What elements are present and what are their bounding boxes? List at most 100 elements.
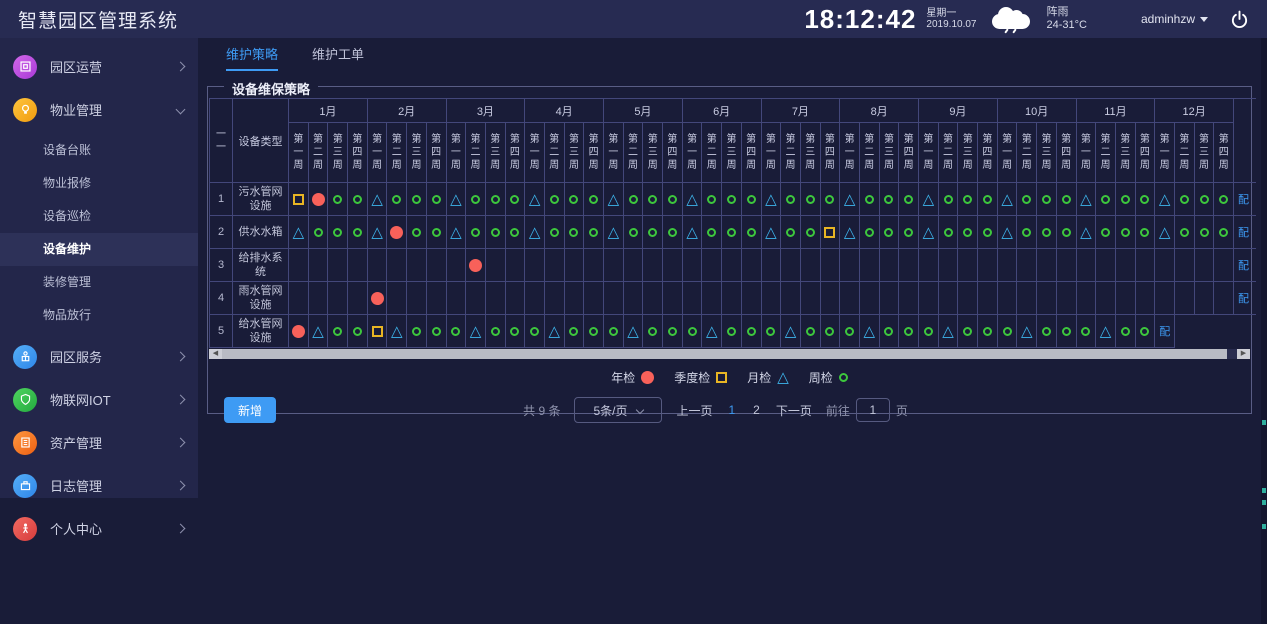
schedule-cell <box>348 216 368 249</box>
schedule-cell <box>308 282 328 315</box>
sidebar-item-park-service[interactable]: 园区服务 <box>0 338 198 375</box>
month-header: 2月 <box>367 99 446 123</box>
schedule-cell <box>544 282 564 315</box>
sidebar-item-log-management[interactable]: 日志管理 <box>0 467 198 504</box>
schedule-cell <box>800 282 820 315</box>
config-cell: 配 <box>1234 249 1256 282</box>
schedule-cell: △ <box>544 315 564 348</box>
schedule-cell: △ <box>997 183 1017 216</box>
page-number-1[interactable]: 1 <box>726 403 737 417</box>
configure-link[interactable]: 配 <box>1159 326 1170 338</box>
schedule-cell <box>820 216 840 249</box>
schedule-cell <box>564 315 584 348</box>
scrollbar-thumb[interactable] <box>222 349 1227 359</box>
sidebar-item-device-ledger[interactable]: 设备台账 <box>0 134 198 167</box>
annual-check-icon <box>312 193 325 206</box>
schedule-cell: △ <box>997 216 1017 249</box>
sidebar-item-device-maintenance[interactable]: 设备维护 <box>0 233 198 266</box>
sidebar-item-item-release[interactable]: 物品放行 <box>0 299 198 332</box>
schedule-cell <box>525 315 545 348</box>
schedule-cell <box>781 282 801 315</box>
tab-maintenance-strategy[interactable]: 维护策略 <box>226 44 278 71</box>
table-row: 1污水管网设施△△△△△△△△△△△配 <box>210 183 1257 216</box>
sidebar-item-iot[interactable]: 物联网IOT <box>0 381 198 418</box>
schedule-cell <box>741 216 761 249</box>
page-number-2[interactable]: 2 <box>751 403 762 417</box>
weekly-check-icon <box>392 195 401 204</box>
page-scrollbar[interactable] <box>1261 38 1267 624</box>
schedule-cell <box>485 216 505 249</box>
page-size-select[interactable]: 5条/页 <box>574 397 662 423</box>
schedule-cell <box>741 282 761 315</box>
weekly-check-icon <box>825 195 834 204</box>
goto-page-input[interactable] <box>856 398 890 422</box>
horizontal-scrollbar[interactable]: ◀ ▶ <box>209 349 1250 359</box>
schedule-cell <box>820 315 840 348</box>
schedule-cell <box>938 216 958 249</box>
monthly-check-icon: △ <box>785 325 797 338</box>
monthly-check-icon: △ <box>529 226 541 239</box>
schedule-cell <box>544 249 564 282</box>
schedule-cell: △ <box>919 183 939 216</box>
schedule-cell <box>1214 216 1234 249</box>
weekly-check-icon <box>412 327 421 336</box>
schedule-cell <box>682 282 702 315</box>
sidebar-item-decoration-management[interactable]: 装修管理 <box>0 266 198 299</box>
user-menu[interactable]: adminhzw <box>1141 12 1208 26</box>
weekly-check-icon <box>963 228 972 237</box>
schedule-cell <box>840 249 860 282</box>
schedule-cell <box>1096 282 1116 315</box>
quarterly-check-icon <box>824 227 835 238</box>
schedule-cell <box>1076 282 1096 315</box>
schedule-cell <box>564 183 584 216</box>
schedule-cell <box>466 249 486 282</box>
schedule-cell <box>899 216 919 249</box>
configure-link[interactable]: 配 <box>1238 293 1249 305</box>
logout-power-button[interactable] <box>1230 10 1249 29</box>
schedule-cell <box>997 249 1017 282</box>
sidebar-item-property-management[interactable]: 物业管理 <box>0 91 198 128</box>
scroll-left-arrow-icon[interactable]: ◀ <box>209 349 222 359</box>
monthly-check-icon: △ <box>1001 193 1013 206</box>
schedule-cell <box>1037 249 1057 282</box>
monthly-check-icon: △ <box>686 226 698 239</box>
prev-page-button[interactable]: 上一页 <box>676 402 712 419</box>
row-serial: 1 <box>210 183 233 216</box>
schedule-cell <box>643 183 663 216</box>
weekly-check-icon <box>1121 228 1130 237</box>
top-header: 智慧园区管理系统 18:12:42 星期一 2019.10.07 阵雨 24-3… <box>0 0 1267 38</box>
tab-maintenance-workorder[interactable]: 维护工单 <box>312 44 364 71</box>
schedule-cell <box>407 315 427 348</box>
schedule-cell: △ <box>840 216 860 249</box>
schedule-cell <box>1115 216 1135 249</box>
sidebar-item-asset-management[interactable]: 资产管理 <box>0 424 198 461</box>
property-submenu: 设备台账 物业报修 设备巡检 设备维护 装修管理 物品放行 <box>0 134 198 332</box>
scroll-right-arrow-icon[interactable]: ▶ <box>1237 349 1250 359</box>
monthly-check-icon: △ <box>942 325 954 338</box>
schedule-cell <box>643 216 663 249</box>
weekly-check-icon <box>510 195 519 204</box>
schedule-cell <box>426 315 446 348</box>
goto-page: 前往 页 <box>826 398 908 422</box>
configure-link[interactable]: 配 <box>1238 260 1249 272</box>
chevron-right-icon <box>176 352 186 362</box>
sidebar-item-device-inspection[interactable]: 设备巡检 <box>0 200 198 233</box>
schedule-cell <box>1056 183 1076 216</box>
monthly-check-icon: △ <box>1080 193 1092 206</box>
sidebar-item-park-operation[interactable]: 园区运营 <box>0 48 198 85</box>
monthly-check-icon: △ <box>844 193 856 206</box>
weekly-check-icon <box>1140 327 1149 336</box>
week-header: 第 四 周 <box>663 123 683 183</box>
schedule-cell <box>407 282 427 315</box>
sidebar-item-repair-report[interactable]: 物业报修 <box>0 167 198 200</box>
schedule-cell: △ <box>289 216 309 249</box>
next-page-button[interactable]: 下一页 <box>776 402 812 419</box>
add-button[interactable]: 新增 <box>224 397 276 423</box>
device-type-cell: 污水管网设施 <box>233 183 289 216</box>
chevron-right-icon <box>176 481 186 491</box>
configure-link[interactable]: 配 <box>1238 227 1249 239</box>
sidebar-item-label: 物联网IOT <box>50 390 111 409</box>
configure-link[interactable]: 配 <box>1238 194 1249 206</box>
sidebar-item-personal-center[interactable]: 个人中心 <box>0 510 198 547</box>
schedule-cell <box>1037 282 1057 315</box>
